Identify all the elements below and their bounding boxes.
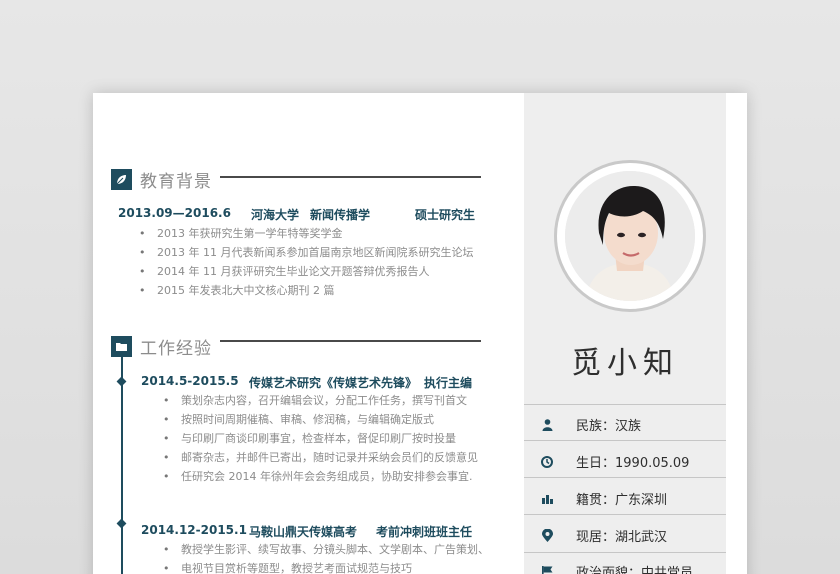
info-divider [524, 440, 726, 441]
profile-photo [565, 171, 695, 301]
info-label: 现居：湖北武汉 [576, 530, 668, 545]
list-item: 2014 年 11 月获评研究生毕业论文开题答辩优秀报告人 [139, 262, 473, 281]
info-label: 籍贯：广东深圳 [576, 493, 668, 508]
list-item: 教授学生影评、续写故事、分镜头脚本、文学剧本、广告策划、 [163, 540, 489, 559]
list-item: 策划杂志内容，召开编辑会议，分配工作任务，撰写刊首文 [163, 391, 478, 410]
info-label: 政治面貌：中共党员 [576, 566, 694, 574]
education-title: 教育背景 [140, 172, 212, 192]
info-political-status: 政治面貌：中共党员 [540, 562, 693, 574]
job-period: 2014.12-2015.1 [141, 523, 247, 537]
person-icon [540, 418, 554, 432]
list-item: 按照时间周期催稿、审稿、修润稿，与编辑确定版式 [163, 410, 478, 429]
list-item: 任研究会 2014 年徐州年会会务组成员，协助安排参会事宜. [163, 467, 478, 486]
education-list: 2013 年获研究生第一学年特等奖学金 2013 年 11 月代表新闻系参加首届… [139, 224, 473, 300]
info-divider [524, 514, 726, 515]
info-label: 民族：汉族 [576, 419, 642, 434]
work-title: 工作经验 [140, 339, 212, 359]
list-item: 2013 年获研究生第一学年特等奖学金 [139, 224, 473, 243]
work-section-header: 工作经验 [111, 334, 212, 359]
list-item: 2015 年发表北大中文核心期刊 2 篇 [139, 281, 473, 300]
profile-photo-frame [554, 160, 706, 312]
list-item: 与印刷厂商谈印刷事宜，检查样本，督促印刷厂按时投量 [163, 429, 478, 448]
job-period: 2014.5-2015.5 [141, 374, 239, 388]
info-divider [524, 404, 726, 405]
info-residence: 现居：湖北武汉 [540, 526, 667, 545]
info-divider [524, 552, 726, 553]
folder-icon [111, 336, 132, 357]
list-item: 电视节目赏析等题型，教授艺考面试规范与技巧 [163, 559, 489, 574]
job-role: 考前冲刺班班主任 [376, 525, 473, 539]
job-duty-list: 策划杂志内容，召开编辑会议，分配工作任务，撰写刊首文 按照时间周期催稿、审稿、修… [163, 391, 478, 486]
work-divider [220, 340, 481, 342]
education-divider [220, 176, 481, 178]
job-duty-list: 教授学生影评、续写故事、分镜头脚本、文学剧本、广告策划、 电视节目赏析等题型，教… [163, 540, 489, 574]
info-hometown: 籍贯：广东深圳 [540, 489, 667, 508]
list-item: 2013 年 11 月代表新闻系参加首届南京地区新闻院系研究生论坛 [139, 243, 473, 262]
leaf-icon [111, 169, 132, 190]
job-company: 马鞍山鼎天传媒高考 [249, 525, 358, 539]
work-timeline [121, 355, 123, 574]
flag-icon [540, 565, 554, 574]
info-birthday: 生日：1990.05.09 [540, 452, 689, 471]
education-degree: 硕士研究生 [415, 208, 476, 222]
job-company: 传媒艺术研究《传媒艺术先锋》 [249, 376, 418, 390]
education-section-header: 教育背景 [111, 167, 212, 192]
clock-icon [540, 455, 554, 469]
education-school: 河海大学 [251, 208, 300, 222]
info-divider [524, 477, 726, 478]
building-icon [540, 492, 554, 506]
profile-name: 觅小知 [571, 346, 679, 381]
location-pin-icon [540, 529, 554, 543]
info-ethnicity: 民族：汉族 [540, 415, 641, 434]
info-label: 生日：1990.05.09 [576, 456, 690, 471]
education-major: 新闻传播学 [310, 208, 371, 222]
education-period: 2013.09—2016.6 [118, 206, 231, 220]
job-role: 执行主编 [424, 376, 473, 390]
list-item: 邮寄杂志，并邮件已寄出，随时记录并采纳会员们的反馈意见 [163, 448, 478, 467]
